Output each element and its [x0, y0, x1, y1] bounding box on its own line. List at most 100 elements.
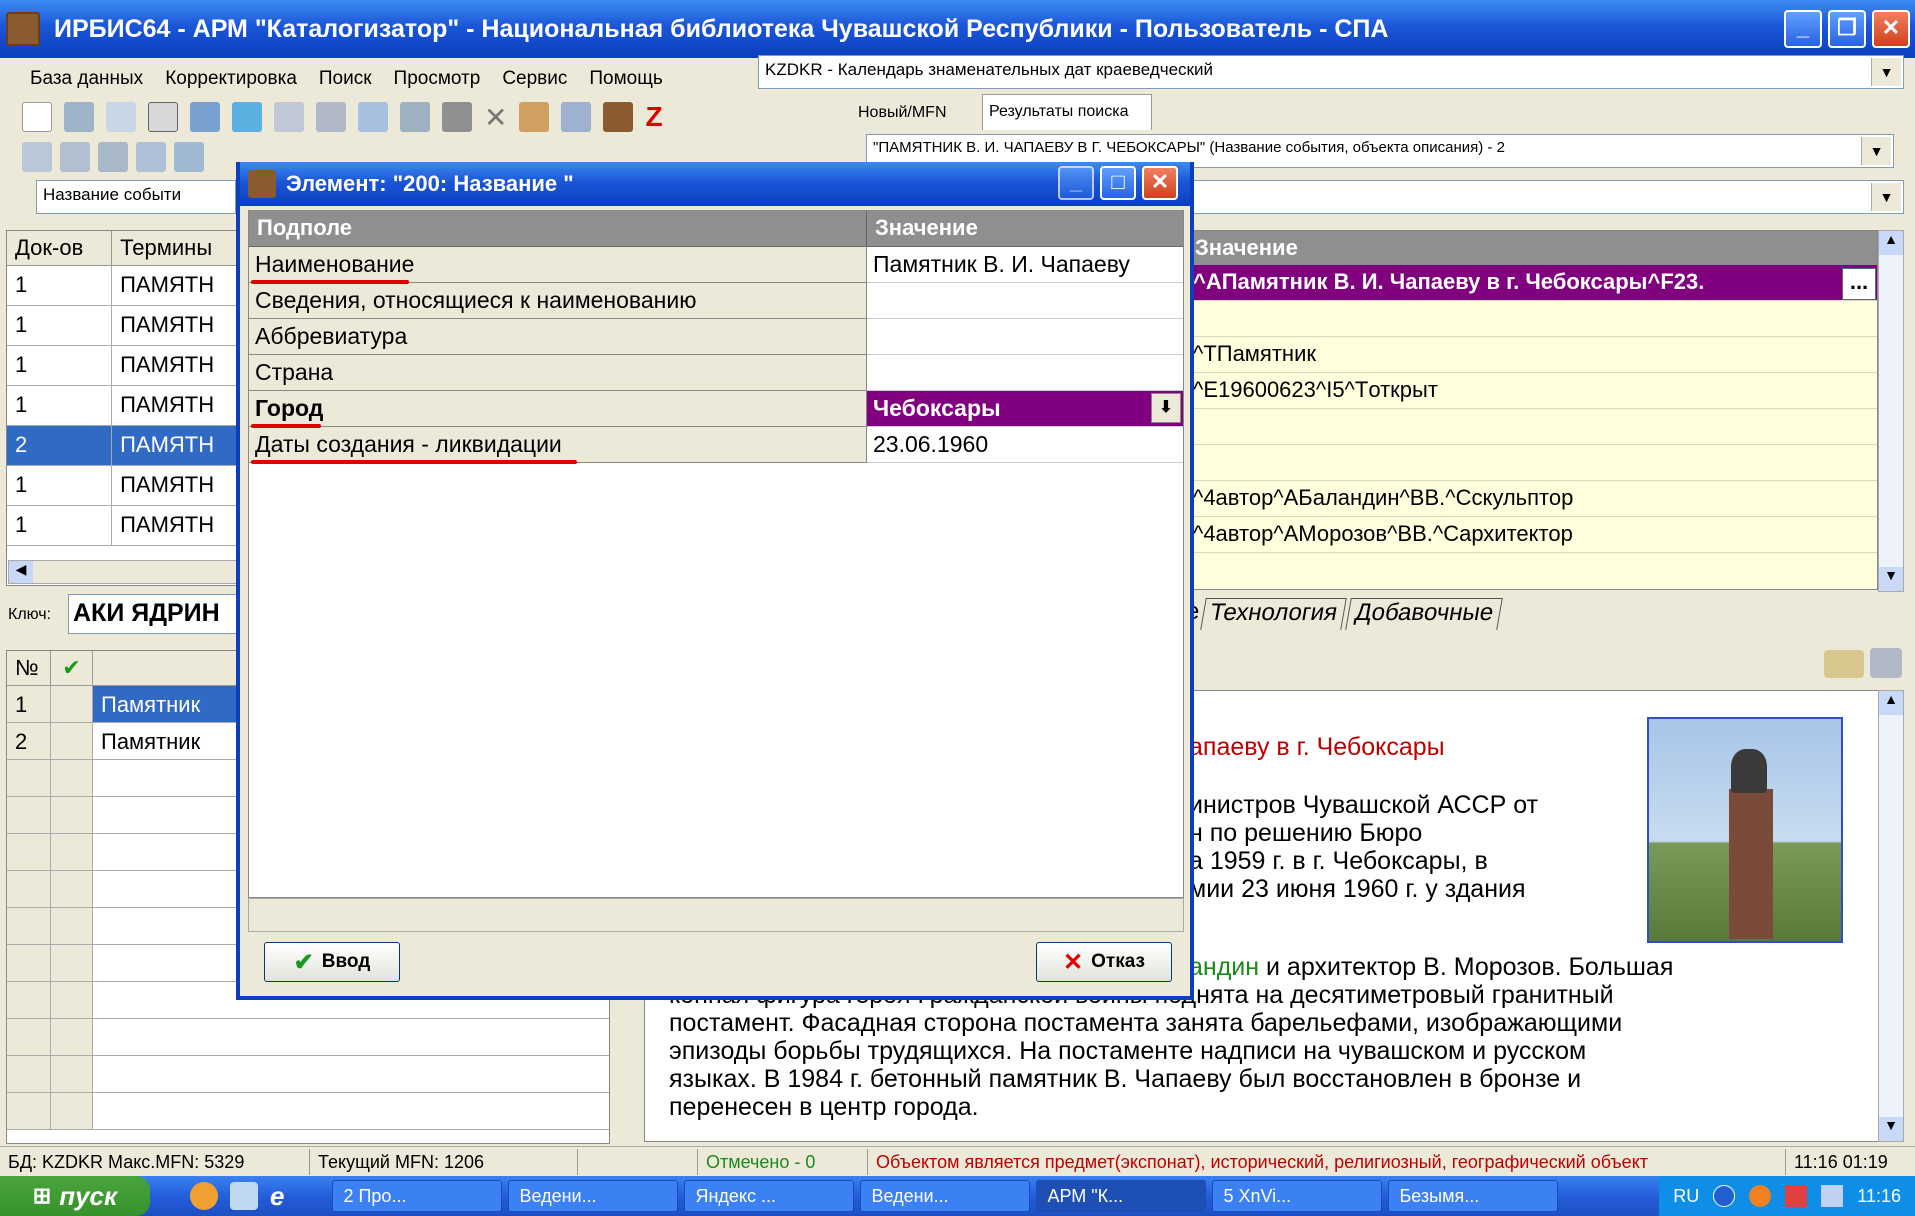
subfield-value-cell[interactable]	[867, 283, 1183, 319]
horizontal-scrollbar[interactable]: ◀	[8, 560, 238, 584]
taskbar-item-arm[interactable]: АРМ "К...	[1036, 1180, 1207, 1212]
record-field-row[interactable]: ^4автор^AБаландин^BB.^Cскульптор	[1187, 481, 1877, 517]
subfield-value-cell[interactable]	[867, 355, 1183, 391]
taskbar-item-folders[interactable]: 2 Про...	[332, 1180, 503, 1212]
quicklaunch-icon[interactable]	[190, 1182, 218, 1210]
dialog-maximize-button[interactable]: □	[1100, 166, 1136, 200]
language-indicator[interactable]: RU	[1673, 1186, 1699, 1207]
ie-icon[interactable]: e	[270, 1181, 284, 1212]
print-preview-icon[interactable]	[1870, 648, 1902, 678]
chevron-down-icon[interactable]: ▼	[1871, 183, 1901, 211]
column-header-number[interactable]: №	[7, 651, 51, 686]
subfield-value-cell[interactable]: Памятник В. И. Чапаеву	[867, 247, 1183, 283]
record-field-row[interactable]: ^4автор^AМорозов^BB.^Cархитектор	[1187, 517, 1877, 553]
grid-icon[interactable]	[316, 102, 346, 132]
subfield-row[interactable]: Наименование Памятник В. И. Чапаеву	[249, 247, 1183, 283]
tray-icon[interactable]	[1713, 1185, 1736, 1207]
description-scrollbar[interactable]: ▲ ▼	[1878, 690, 1904, 1142]
dropdown-arrow-icon[interactable]: ⬇	[1151, 393, 1181, 423]
subfield-row[interactable]: Аббревиатура	[249, 319, 1183, 355]
subfield-row[interactable]: Даты создания - ликвидации 23.06.1960	[249, 427, 1183, 463]
column-header-docs[interactable]: Док-ов	[7, 231, 113, 266]
tab-new-mfn[interactable]: Новый/MFN	[852, 96, 982, 130]
menu-edit[interactable]: Корректировка	[165, 68, 297, 90]
tab-additional[interactable]: Добавочные	[1345, 598, 1504, 630]
database-select[interactable]: KZDKR - Календарь знаменательных дат кра…	[758, 55, 1904, 89]
list-icon[interactable]	[174, 142, 204, 172]
new-record-icon[interactable]	[22, 102, 52, 132]
image-icon[interactable]	[98, 142, 128, 172]
tags-icon[interactable]	[1824, 650, 1864, 678]
taskbar-item-doc2[interactable]: Ведени...	[860, 1180, 1031, 1212]
table-row[interactable]: 1 ПАМЯТН	[7, 346, 237, 386]
subfield-value-cell[interactable]: 23.06.1960	[867, 427, 1183, 463]
menu-help[interactable]: Помощь	[589, 68, 662, 90]
forward-arrow-icon[interactable]	[232, 102, 262, 132]
tray-icon[interactable]	[1821, 1185, 1844, 1207]
record-field-row[interactable]: ^E19600623^I5^Tоткрыт	[1187, 373, 1877, 409]
subfield-value-cell[interactable]	[867, 319, 1183, 355]
row-check-cell[interactable]	[51, 723, 93, 760]
irbis-icon[interactable]	[603, 102, 634, 132]
menu-database[interactable]: База данных	[30, 68, 143, 90]
tab-search-results[interactable]: Результаты поиска	[982, 94, 1152, 130]
close-button[interactable]: ✕	[1872, 10, 1910, 48]
record-field-row[interactable]: ^AПамятник В. И. Чапаеву в г. Чебоксары^…	[1187, 265, 1877, 301]
form-icon[interactable]	[22, 142, 52, 172]
save-icon[interactable]	[64, 102, 94, 132]
delete-block-icon[interactable]	[442, 102, 472, 132]
taskbar-item-xnview[interactable]: 5 XnVi...	[1212, 1180, 1383, 1212]
taskbar-item-yandex[interactable]: Яндекс ...	[684, 1180, 855, 1212]
row-check-cell[interactable]	[51, 686, 93, 723]
table-row[interactable]: 2 ПАМЯТН	[7, 426, 237, 466]
column-header-terms[interactable]: Термины	[112, 231, 237, 266]
subfield-row[interactable]: Город Чебоксары ⬇	[249, 391, 1183, 427]
tray-icon[interactable]	[1785, 1185, 1808, 1207]
edit-ellipsis-button[interactable]: ...	[1842, 268, 1876, 300]
dialog-minimize-button[interactable]: _	[1058, 166, 1094, 200]
undo-icon[interactable]	[106, 102, 136, 132]
record-vertical-scrollbar[interactable]: ▲ ▼	[1878, 230, 1904, 592]
scroll-up-icon[interactable]: ▲	[1879, 691, 1903, 715]
key-input[interactable]: АКИ ЯДРИН	[68, 594, 240, 634]
tab-technology[interactable]: Технология	[1200, 598, 1348, 630]
chevron-down-icon[interactable]: ▼	[1871, 58, 1901, 86]
table-row[interactable]: 1 ПАМЯТН	[7, 386, 237, 426]
subfield-value-cell[interactable]: Чебоксары ⬇	[867, 391, 1183, 427]
table-row[interactable]: 1 ПАМЯТН	[7, 466, 237, 506]
scroll-down-icon[interactable]: ▼	[1879, 1117, 1903, 1141]
chevron-down-icon[interactable]: ▼	[1861, 137, 1891, 165]
restore-button[interactable]: ❐	[1828, 10, 1866, 48]
copy-icon[interactable]	[148, 102, 178, 132]
desktop-icon[interactable]	[230, 1182, 258, 1210]
back-arrow-icon[interactable]	[190, 102, 220, 132]
record-field-row[interactable]	[1187, 445, 1877, 481]
record-field-row[interactable]	[1187, 301, 1877, 337]
second-select[interactable]: ▼	[1186, 180, 1904, 214]
cancel-x-icon[interactable]: ✕	[484, 101, 507, 134]
record-field-row[interactable]	[1187, 409, 1877, 445]
import-icon[interactable]	[561, 102, 592, 132]
tray-icon[interactable]	[1749, 1185, 1772, 1207]
minimize-button[interactable]: _	[1784, 10, 1822, 48]
scroll-down-icon[interactable]: ▼	[1879, 567, 1903, 591]
comment-icon[interactable]	[136, 142, 166, 172]
ok-button[interactable]: ✔ Ввод	[264, 942, 400, 982]
export-icon[interactable]	[519, 102, 550, 132]
menu-view[interactable]: Просмотр	[394, 68, 481, 90]
scroll-left-icon[interactable]: ◀	[9, 561, 33, 583]
duplicate-icon[interactable]	[274, 102, 304, 132]
table-row[interactable]: 1 ПАМЯТН	[7, 506, 237, 546]
subfield-row[interactable]: Страна	[249, 355, 1183, 391]
table-row[interactable]: 1 ПАМЯТН	[7, 266, 237, 306]
form2-icon[interactable]	[60, 142, 90, 172]
check-icon[interactable]: ✔	[51, 651, 93, 686]
tree-icon[interactable]	[400, 102, 430, 132]
record-field-row[interactable]: ^TПамятник	[1187, 337, 1877, 373]
scroll-up-icon[interactable]: ▲	[1879, 231, 1903, 255]
menu-search[interactable]: Поиск	[319, 68, 372, 90]
dialog-close-button[interactable]: ✕	[1142, 166, 1178, 200]
author-link[interactable]: андин	[1189, 953, 1259, 981]
table-row[interactable]: 1 ПАМЯТН	[7, 306, 237, 346]
z-icon[interactable]: Z	[645, 101, 662, 133]
